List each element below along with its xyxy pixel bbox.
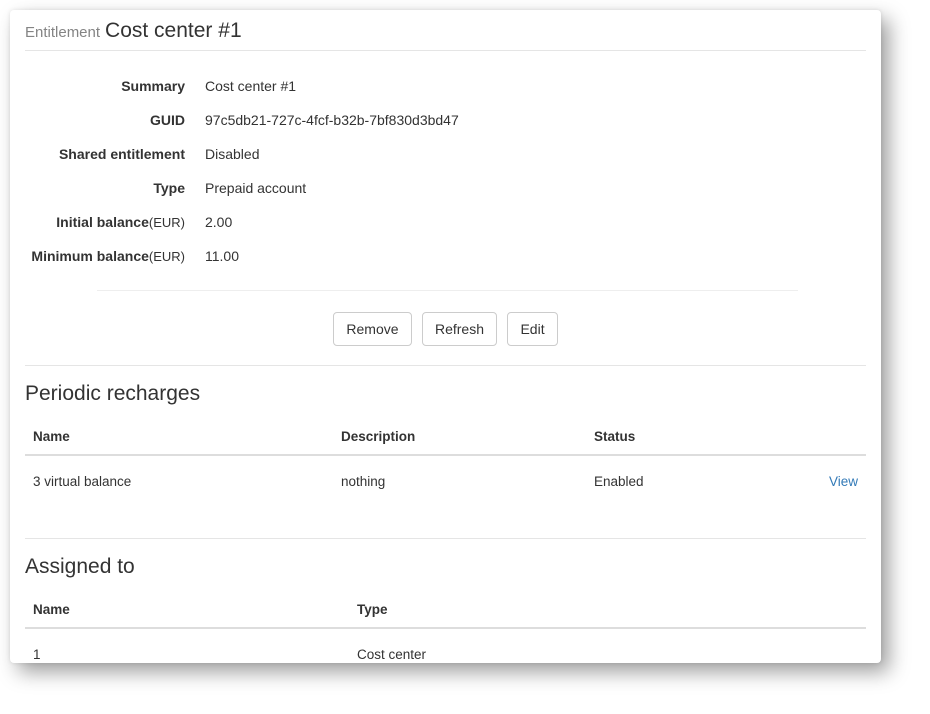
assigned-name-cell: 1	[25, 628, 349, 663]
detail-row-initial-balance: Initial balance(EUR) 2.00	[25, 212, 866, 233]
section-divider	[25, 365, 866, 366]
table-row: 1 Cost center	[25, 628, 866, 663]
recharge-description-cell: nothing	[333, 455, 586, 499]
detail-label: Summary	[121, 78, 185, 94]
detail-row-shared-entitlement: Shared entitlement Disabled	[25, 144, 866, 165]
detail-label: Type	[153, 180, 185, 196]
edit-button[interactable]: Edit	[507, 312, 557, 346]
remove-button[interactable]: Remove	[333, 312, 411, 346]
detail-label: Initial balance	[56, 214, 149, 230]
column-header-status: Status	[586, 420, 790, 455]
detail-value: 97c5db21-727c-4fcf-b32b-7bf830d3bd47	[205, 110, 459, 131]
page-title: Cost center #1	[105, 19, 242, 42]
assigned-to-table: Name Type 1 Cost center	[25, 593, 866, 663]
section-divider	[25, 538, 866, 539]
view-link[interactable]: View	[829, 474, 858, 489]
action-buttons: Remove Refresh Edit	[25, 312, 866, 346]
detail-label: GUID	[150, 112, 185, 128]
detail-row-guid: GUID 97c5db21-727c-4fcf-b32b-7bf830d3bd4…	[25, 110, 866, 131]
table-header-row: Name Description Status	[25, 420, 866, 455]
detail-label: Shared entitlement	[59, 146, 185, 162]
column-header-actions	[790, 420, 866, 455]
column-header-name: Name	[25, 593, 349, 628]
page-pretitle: Entitlement	[25, 24, 100, 41]
detail-value: 2.00	[205, 212, 232, 233]
detail-value: Cost center #1	[205, 76, 296, 97]
page-header: Entitlement Cost center #1	[25, 18, 866, 51]
detail-label-suffix: (EUR)	[149, 215, 185, 230]
detail-label-suffix: (EUR)	[149, 249, 185, 264]
table-header-row: Name Type	[25, 593, 866, 628]
column-header-name: Name	[25, 420, 333, 455]
detail-value: Prepaid account	[205, 178, 306, 199]
recharge-name-cell: 3 virtual balance	[25, 455, 333, 499]
periodic-recharges-table: Name Description Status 3 virtual balanc…	[25, 420, 866, 499]
detail-label: Minimum balance	[31, 248, 148, 264]
detail-row-minimum-balance: Minimum balance(EUR) 11.00	[25, 246, 866, 267]
assigned-to-title: Assigned to	[25, 555, 866, 579]
recharge-status-cell: Enabled	[586, 455, 790, 499]
column-header-description: Description	[333, 420, 586, 455]
detail-row-type: Type Prepaid account	[25, 178, 866, 199]
refresh-button[interactable]: Refresh	[422, 312, 497, 346]
column-header-type: Type	[349, 593, 866, 628]
periodic-recharges-title: Periodic recharges	[25, 382, 866, 406]
table-row: 3 virtual balance nothing Enabled View	[25, 455, 866, 499]
entitlement-detail-card: Entitlement Cost center #1 Summary Cost c…	[10, 10, 881, 663]
detail-value: Disabled	[205, 144, 259, 165]
entitlement-details: Summary Cost center #1 GUID 97c5db21-727…	[25, 76, 866, 267]
assigned-type-cell: Cost center	[349, 628, 866, 663]
form-divider	[97, 290, 798, 291]
detail-value: 11.00	[205, 246, 239, 267]
detail-row-summary: Summary Cost center #1	[25, 76, 866, 97]
